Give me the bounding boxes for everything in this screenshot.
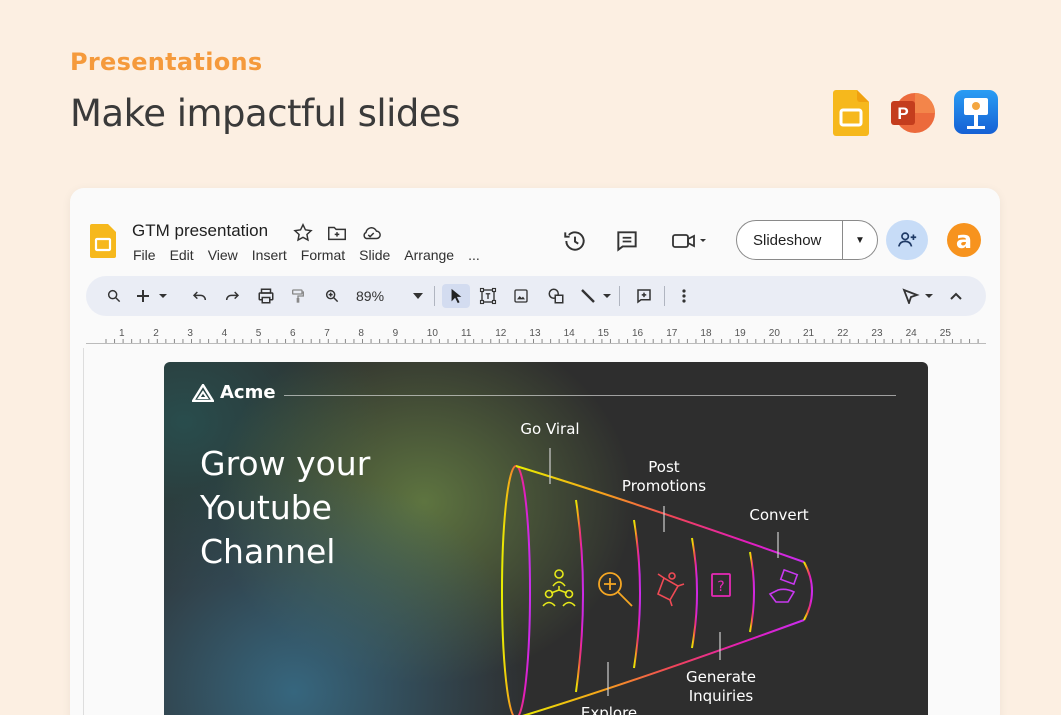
add-comment-icon[interactable] — [632, 284, 656, 308]
star-icon[interactable] — [292, 222, 314, 244]
add-person-icon — [897, 232, 917, 247]
pen-tool-icon[interactable] — [900, 284, 936, 308]
stage-label-explore: Explore — [580, 704, 638, 715]
svg-text:P: P — [897, 104, 908, 123]
ruler-number: 22 — [837, 328, 849, 339]
ruler-number: 7 — [324, 328, 330, 339]
menu-bar: File Edit View Insert Format Slide Arran… — [133, 247, 480, 263]
ruler-number: 21 — [803, 328, 815, 339]
slides-doc-icon[interactable] — [90, 224, 116, 263]
money-hand-icon — [768, 568, 799, 603]
select-pointer-icon[interactable] — [442, 284, 470, 308]
ruler-number: 13 — [529, 328, 541, 339]
ruler-number: 8 — [358, 328, 364, 339]
stage-label-generate-inquiries: Generate Inquiries — [685, 668, 757, 705]
ruler-number: 12 — [495, 328, 507, 339]
slideshow-dropdown-icon[interactable]: ▼ — [843, 235, 877, 246]
document-title[interactable]: GTM presentation — [132, 221, 268, 241]
ruler-number: 2 — [153, 328, 159, 339]
text-box-icon[interactable] — [476, 284, 500, 308]
headline: Make impactful slides — [70, 92, 460, 135]
ruler-number: 24 — [905, 328, 917, 339]
megaphone-icon — [656, 572, 685, 607]
ruler-number: 25 — [939, 328, 951, 339]
cloud-status-icon[interactable] — [360, 222, 382, 244]
ruler-number: 19 — [734, 328, 746, 339]
search-menus-icon[interactable] — [102, 284, 126, 308]
keynote-icon — [954, 90, 998, 136]
ruler-number: 17 — [666, 328, 678, 339]
ruler-number: 23 — [871, 328, 883, 339]
paint-format-icon[interactable] — [286, 284, 310, 308]
toolbar-divider — [619, 286, 620, 306]
question-icon: ? — [711, 573, 731, 597]
line-tool-icon[interactable] — [578, 284, 614, 308]
toolbar-divider — [434, 286, 435, 306]
menu-format[interactable]: Format — [301, 247, 345, 263]
more-options-icon[interactable] — [672, 284, 696, 308]
ruler-number: 6 — [290, 328, 296, 339]
ruler-number: 16 — [632, 328, 644, 339]
menu-slide[interactable]: Slide — [359, 247, 390, 263]
vertical-ruler — [70, 348, 84, 715]
slide-canvas[interactable]: Acme Grow your Youtube Channel ? Go Vira… — [164, 362, 928, 715]
undo-icon[interactable] — [188, 284, 212, 308]
ruler-number: 5 — [255, 328, 262, 339]
meet-camera-icon[interactable] — [670, 228, 710, 254]
new-slide-icon[interactable] — [134, 284, 170, 308]
zoom-value[interactable]: 89% — [356, 288, 384, 304]
horizontal-ruler: 1 2 3 4 5 6 7 8 9 10 11 12 13 14 15 16 17 18 19 20 21 22 23 24 2… — [86, 326, 986, 348]
ruler-number: 1 — [119, 328, 125, 339]
ruler-number: 3 — [187, 328, 193, 339]
slides-app-window: GTM presentation File Edit View Insert F… — [70, 188, 1000, 715]
menu-arrange[interactable]: Arrange — [404, 247, 454, 263]
google-slides-icon — [833, 90, 869, 136]
insert-image-icon[interactable] — [509, 284, 533, 308]
move-folder-icon[interactable] — [326, 222, 348, 244]
ruler-number: 10 — [426, 328, 438, 339]
shape-icon[interactable] — [544, 284, 568, 308]
funnel-diagram: ? — [501, 448, 813, 715]
menu-more[interactable]: ... — [468, 247, 480, 263]
stage-label-post-promotions: Post Promotions — [621, 458, 707, 495]
zoom-icon[interactable] — [320, 284, 344, 308]
people-network-icon — [542, 569, 576, 607]
menu-file[interactable]: File — [133, 247, 156, 263]
collapse-toolbar-icon[interactable] — [944, 284, 968, 308]
editing-toolbar: 89% — [86, 276, 986, 316]
version-history-icon[interactable] — [562, 228, 588, 254]
print-icon[interactable] — [254, 284, 278, 308]
toolbar-divider — [664, 286, 665, 306]
zoom-icon — [598, 572, 633, 607]
ruler-number: 11 — [461, 328, 472, 339]
menu-view[interactable]: View — [208, 247, 238, 263]
stage-label-convert: Convert — [749, 506, 809, 524]
menu-edit[interactable]: Edit — [170, 247, 194, 263]
slideshow-button[interactable]: Slideshow ▼ — [736, 220, 878, 260]
redo-icon[interactable] — [220, 284, 244, 308]
ruler-number: 20 — [768, 328, 780, 339]
eyebrow-title: Presentations — [70, 48, 263, 76]
zoom-dropdown-icon[interactable] — [406, 284, 430, 308]
ruler-number: 9 — [392, 328, 399, 339]
ruler-number: 14 — [563, 328, 575, 339]
ruler-number: 15 — [597, 328, 609, 339]
ruler-number: 4 — [221, 328, 228, 339]
stage-label-go-viral: Go Viral — [520, 420, 580, 438]
user-avatar[interactable]: a — [947, 223, 981, 257]
slideshow-label[interactable]: Slideshow — [737, 232, 842, 249]
menu-insert[interactable]: Insert — [252, 247, 287, 263]
comments-icon[interactable] — [614, 228, 640, 254]
share-add-person-button[interactable] — [886, 220, 928, 260]
ruler-number: 18 — [700, 328, 712, 339]
powerpoint-icon: P — [891, 92, 937, 134]
svg-text:?: ? — [717, 579, 724, 595]
